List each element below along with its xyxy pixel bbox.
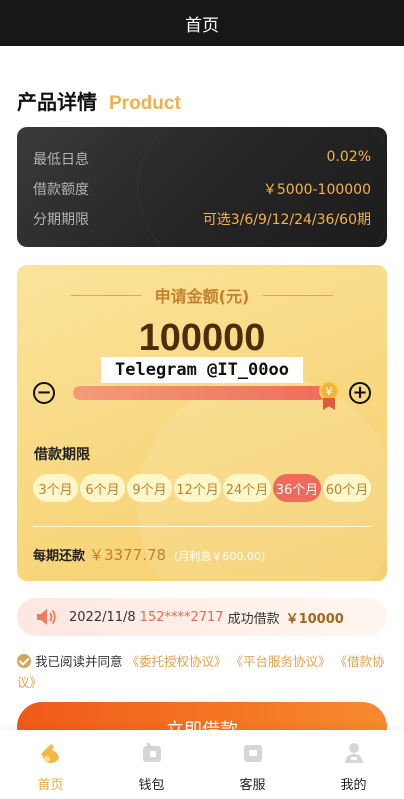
info-row-limit: 借款额度 ￥5000-100000 bbox=[33, 179, 371, 199]
slider-handle[interactable]: ¥ bbox=[317, 381, 341, 411]
bottom-tab-bar: 首页 钱包 客服 我的 bbox=[0, 730, 404, 799]
service-icon bbox=[243, 745, 262, 762]
speaker-icon bbox=[37, 609, 56, 625]
home-icon bbox=[40, 744, 59, 764]
apply-amount-heading: 申请金额(元) bbox=[17, 283, 387, 307]
term-option[interactable]: 9个月 bbox=[127, 474, 172, 502]
agree-checkbox[interactable] bbox=[17, 654, 31, 668]
notice-date: 2022/11/8 bbox=[69, 609, 136, 625]
loan-card: 申请金额(元) 100000 − ¥ + Telegram @IT_00oo 借… bbox=[17, 265, 387, 581]
loan-amount: 100000 bbox=[138, 317, 266, 359]
section-header: 产品详情 Product bbox=[17, 86, 181, 115]
amount-slider[interactable] bbox=[73, 386, 327, 400]
tab-label: 客服 bbox=[239, 778, 266, 793]
slider-fill bbox=[73, 386, 327, 400]
tab-label: 首页 bbox=[37, 778, 64, 793]
info-row-rate: 最低日息 0.02% bbox=[33, 149, 371, 169]
section-title: 产品详情 bbox=[17, 90, 97, 114]
term-option[interactable]: 24个月 bbox=[223, 474, 271, 502]
ribbon-icon bbox=[323, 398, 335, 410]
info-value: 0.02% bbox=[326, 149, 371, 165]
divider bbox=[33, 526, 371, 527]
loan-notice-bar: 2022/11/8 152****2717 成功借款 ￥10000 bbox=[17, 598, 387, 636]
info-label: 最低日息 bbox=[33, 152, 89, 168]
repay-interest: (月利息￥600.00) bbox=[174, 550, 266, 563]
term-option[interactable]: 12个月 bbox=[174, 474, 221, 502]
notice-text: 2022/11/8 152****2717 成功借款 ￥10000 bbox=[69, 608, 344, 627]
info-row-term: 分期期限 可选3/6/9/12/24/36/60期 bbox=[33, 209, 371, 229]
repayment-summary: 每期还款 ￥3377.78 (月利息￥600.00) bbox=[33, 544, 265, 565]
info-label: 借款额度 bbox=[33, 182, 89, 198]
repay-value: ￥3377.78 bbox=[89, 546, 167, 564]
increase-amount-button[interactable]: + bbox=[349, 382, 371, 404]
term-option[interactable]: 36个月 bbox=[273, 474, 321, 502]
term-label: 借款期限 bbox=[34, 447, 90, 463]
agreement-link-platform[interactable]: 《平台服务协议》 bbox=[231, 654, 331, 669]
term-option[interactable]: 6个月 bbox=[80, 474, 125, 502]
term-option[interactable]: 3个月 bbox=[33, 474, 78, 502]
notice-amount: ￥10000 bbox=[285, 611, 344, 627]
decrease-amount-button[interactable]: − bbox=[33, 382, 55, 404]
notice-phone: 152****2717 bbox=[139, 609, 224, 625]
term-option[interactable]: 60个月 bbox=[323, 474, 371, 502]
tab-service[interactable]: 客服 bbox=[202, 730, 303, 799]
page-title: 首页 bbox=[185, 15, 219, 36]
info-value: ￥5000-100000 bbox=[262, 182, 371, 198]
tab-label: 钱包 bbox=[138, 778, 165, 793]
term-options: 3个月 6个月 9个月 12个月 24个月 36个月 60个月 bbox=[33, 474, 373, 502]
info-label: 分期期限 bbox=[33, 212, 89, 228]
agree-prefix: 我已阅读并同意 bbox=[35, 654, 123, 669]
tab-wallet[interactable]: 钱包 bbox=[101, 730, 202, 799]
profile-icon bbox=[344, 743, 363, 763]
agreement-link-authorization[interactable]: 《委托授权协议》 bbox=[127, 654, 227, 669]
notice-action: 成功借款 bbox=[227, 611, 280, 627]
agreement: 我已阅读并同意 《委托授权协议》 《平台服务协议》 《借款协议》 bbox=[17, 651, 387, 693]
divider-line bbox=[70, 294, 141, 296]
wallet-icon bbox=[142, 742, 161, 762]
product-info-card: 最低日息 0.02% 借款额度 ￥5000-100000 分期期限 可选3/6/… bbox=[17, 127, 387, 247]
divider-line bbox=[263, 294, 334, 296]
tab-home[interactable]: 首页 bbox=[0, 730, 101, 799]
tab-profile[interactable]: 我的 bbox=[303, 730, 404, 799]
tab-label: 我的 bbox=[340, 778, 367, 793]
info-value: 可选3/6/9/12/24/36/60期 bbox=[202, 212, 371, 228]
repay-label: 每期还款 bbox=[33, 549, 86, 564]
top-bar: 首页 bbox=[0, 0, 404, 46]
watermark-overlay: Telegram @IT_00oo bbox=[101, 357, 303, 383]
apply-amount-title: 申请金额(元) bbox=[154, 287, 250, 306]
section-subtitle: Product bbox=[109, 93, 181, 114]
